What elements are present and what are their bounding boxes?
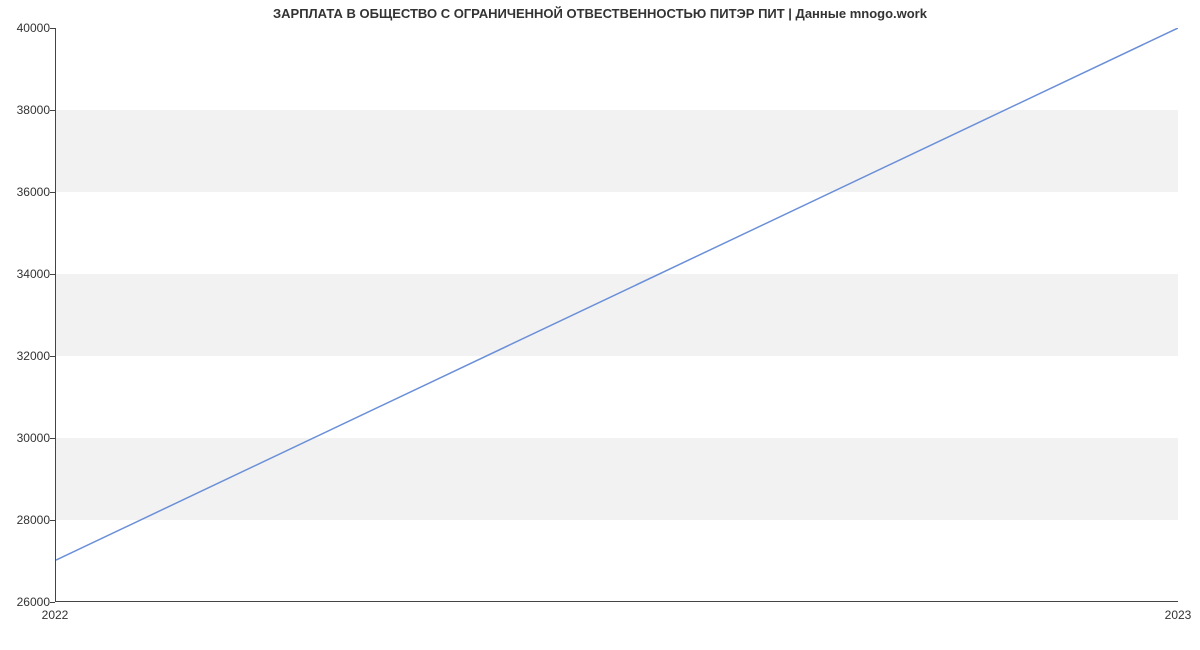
y-tick-label: 36000 [5, 185, 50, 199]
y-tick-label: 38000 [5, 103, 50, 117]
salary-line-chart: ЗАРПЛАТА В ОБЩЕСТВО С ОГРАНИЧЕННОЙ ОТВЕС… [0, 0, 1200, 650]
y-tick-label: 32000 [5, 349, 50, 363]
x-tick-label: 2023 [1165, 608, 1192, 622]
y-tick-label: 28000 [5, 513, 50, 527]
plot-area [55, 28, 1178, 602]
y-tick-label: 26000 [5, 595, 50, 609]
y-tick-label: 30000 [5, 431, 50, 445]
chart-title: ЗАРПЛАТА В ОБЩЕСТВО С ОГРАНИЧЕННОЙ ОТВЕС… [0, 6, 1200, 21]
x-tick-label: 2022 [42, 608, 69, 622]
y-tick-label: 34000 [5, 267, 50, 281]
y-tick-mark [50, 602, 55, 603]
y-tick-label: 40000 [5, 21, 50, 35]
data-line [56, 28, 1178, 601]
